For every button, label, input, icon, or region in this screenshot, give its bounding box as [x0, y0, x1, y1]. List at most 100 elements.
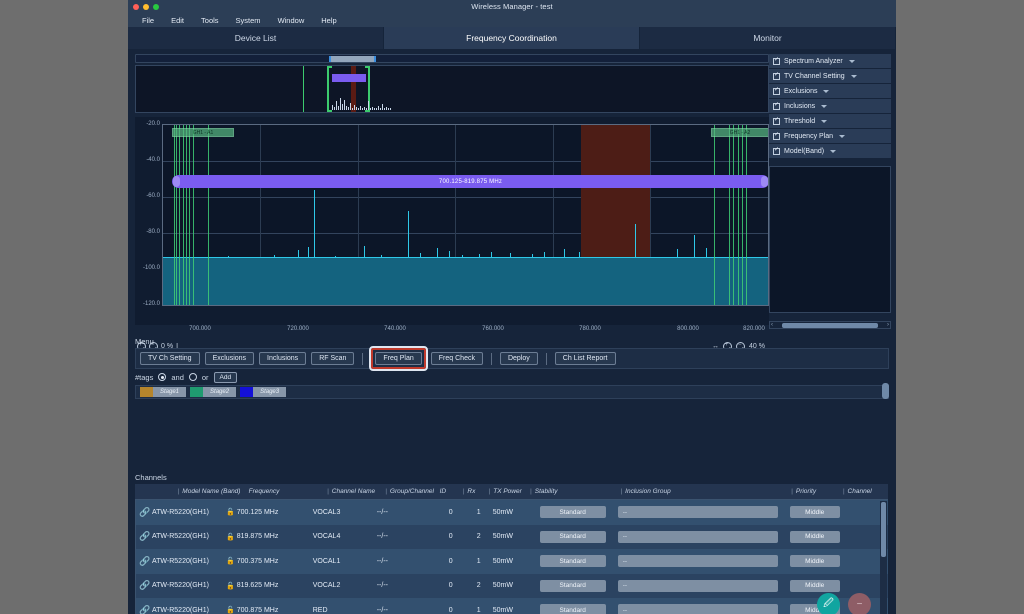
checkbox-threshold[interactable]: [773, 116, 780, 125]
overview-range-start-handle[interactable]: [327, 66, 332, 112]
panel-item-tv-channel-setting[interactable]: TV Channel Setting: [769, 69, 891, 84]
checkbox-model-band[interactable]: [773, 146, 780, 155]
col-group-channel[interactable]: Group/Channel: [390, 488, 434, 495]
chart-plot-area[interactable]: GH1 - A1 GH1 - A2 700.125-819.875 MHz: [162, 124, 769, 306]
panel-item-exclusions[interactable]: Exclusions: [769, 84, 891, 99]
lock-icon[interactable]: 🔓: [226, 508, 235, 516]
spectrum-navigator-scrollbar[interactable]: [135, 54, 769, 63]
panel-item-frequency-plan[interactable]: Frequency Plan: [769, 129, 891, 144]
lock-icon[interactable]: 🔓: [226, 606, 235, 614]
tab-frequency-coordination[interactable]: Frequency Coordination: [384, 27, 640, 49]
stage-tag-3[interactable]: Stage3: [240, 387, 287, 397]
deploy-button[interactable]: Deploy: [499, 352, 538, 365]
table-row[interactable]: 🔗 ATW-R5220(GH1) 🔓 700.875 MHz RED --/--…: [136, 598, 888, 614]
cell-inclusion-group[interactable]: --: [617, 555, 778, 568]
cell-inclusion-group[interactable]: --: [617, 604, 778, 614]
cell-stability[interactable]: Standard: [539, 530, 606, 543]
table-vertical-scrollbar[interactable]: [880, 501, 887, 614]
checkbox-tv-channel-setting[interactable]: [773, 71, 780, 80]
panel-item-threshold[interactable]: Threshold: [769, 114, 891, 129]
cell-priority[interactable]: Middle: [789, 579, 840, 592]
stage-tag-2[interactable]: Stage2: [190, 387, 237, 397]
ch-list-report-button[interactable]: Ch List Report: [554, 352, 616, 365]
chevron-down-icon[interactable]: [839, 134, 846, 138]
chevron-down-icon[interactable]: [821, 104, 828, 108]
add-tag-button[interactable]: Add: [213, 371, 238, 383]
freq-plan-button[interactable]: Freq Plan: [375, 352, 422, 365]
panel-item-inclusions[interactable]: Inclusions: [769, 99, 891, 114]
cell-inclusion-group[interactable]: --: [617, 530, 778, 543]
cell-stability[interactable]: Standard: [539, 555, 606, 568]
stage-row-scrollbar[interactable]: [882, 383, 889, 399]
col-channel-name[interactable]: Channel Name: [332, 488, 375, 495]
checkbox-frequency-plan[interactable]: [773, 131, 780, 140]
edit-icon[interactable]: 🖉: [817, 593, 840, 614]
minus-icon[interactable]: −: [848, 593, 871, 614]
radio-or[interactable]: [188, 373, 197, 381]
col-id[interactable]: ID: [440, 488, 447, 495]
table-row[interactable]: 🔗 ATW-R5220(GH1) 🔓 819.625 MHz VOCAL2 --…: [136, 573, 888, 598]
panel-item-model-band[interactable]: Model(Band): [769, 144, 891, 159]
col-model-name[interactable]: Model Name (Band): [182, 488, 240, 495]
table-row[interactable]: 🔗 ATW-R5220(GH1) 🔓 819.875 MHz VOCAL4 --…: [136, 524, 888, 549]
tab-device-list[interactable]: Device List: [128, 27, 384, 49]
exclusions-button[interactable]: Exclusions: [204, 352, 255, 365]
chevron-down-icon[interactable]: [823, 89, 830, 93]
tv-ch-setting-button[interactable]: TV Ch Setting: [140, 352, 200, 365]
col-tx-power[interactable]: TX Power: [493, 488, 522, 495]
scroll-left-icon[interactable]: ‹: [770, 322, 774, 328]
checkbox-inclusions[interactable]: [773, 101, 780, 110]
frequency-band-bar[interactable]: 700.125-819.875 MHz: [172, 175, 768, 188]
col-inclusion-group[interactable]: Inclusion Group: [625, 488, 671, 495]
chevron-down-icon[interactable]: [850, 74, 857, 78]
checkbox-spectrum-analyzer[interactable]: [773, 56, 780, 65]
cell-stability[interactable]: Standard: [539, 506, 606, 519]
col-priority[interactable]: Priority: [796, 488, 816, 495]
menu-item-help[interactable]: Help: [321, 16, 336, 25]
freq-check-button[interactable]: Freq Check: [430, 352, 483, 365]
tab-monitor[interactable]: Monitor: [640, 27, 896, 49]
stage-tag-1[interactable]: Stage1: [140, 387, 187, 397]
link-icon[interactable]: 🔗: [138, 531, 152, 542]
cell-priority[interactable]: Middle: [789, 555, 840, 568]
table-row[interactable]: 🔗 ATW-R5220(GH1) 🔓 700.375 MHz VOCAL1 --…: [136, 549, 888, 574]
inclusions-button[interactable]: Inclusions: [259, 352, 307, 365]
chevron-down-icon[interactable]: [830, 149, 837, 153]
window-controls[interactable]: [133, 3, 159, 10]
minimize-button[interactable]: [143, 3, 149, 10]
lock-icon[interactable]: 🔓: [226, 533, 235, 541]
link-icon[interactable]: 🔗: [138, 605, 152, 614]
cell-priority[interactable]: Middle: [789, 506, 840, 519]
menu-item-system[interactable]: System: [236, 16, 261, 25]
spectrum-overview[interactable]: [135, 65, 769, 113]
menu-item-edit[interactable]: Edit: [171, 16, 184, 25]
cell-priority[interactable]: Middle: [789, 530, 840, 543]
channels-table-body[interactable]: 🔗 ATW-R5220(GH1) 🔓 700.125 MHz VOCAL3 --…: [135, 499, 889, 614]
layers-panel-hscrollbar[interactable]: ‹ ›: [769, 321, 891, 329]
radio-and[interactable]: [158, 373, 167, 381]
menu-item-tools[interactable]: Tools: [201, 16, 219, 25]
lock-icon[interactable]: 🔓: [226, 582, 235, 590]
menu-item-file[interactable]: File: [142, 16, 154, 25]
scroll-right-icon[interactable]: ›: [886, 322, 890, 328]
menu-item-window[interactable]: Window: [278, 16, 305, 25]
link-icon[interactable]: 🔗: [138, 507, 152, 518]
spectrum-chart[interactable]: -20.0 -40.0 -60.0 -80.0 -100.0 -120.0 GH…: [135, 117, 778, 325]
panel-item-spectrum-analyzer[interactable]: Spectrum Analyzer: [769, 54, 891, 69]
chevron-down-icon[interactable]: [848, 59, 855, 63]
col-rx[interactable]: Rx: [467, 488, 475, 495]
maximize-button[interactable]: [153, 3, 159, 10]
checkbox-exclusions[interactable]: [773, 86, 780, 95]
table-row[interactable]: 🔗 ATW-R5220(GH1) 🔓 700.125 MHz VOCAL3 --…: [136, 500, 888, 525]
link-icon[interactable]: 🔗: [138, 580, 152, 591]
rf-scan-button[interactable]: RF Scan: [311, 352, 355, 365]
navigator-thumb[interactable]: [329, 56, 376, 62]
cell-stability[interactable]: Standard: [539, 604, 606, 614]
col-stability[interactable]: Stability: [535, 488, 558, 495]
link-icon[interactable]: 🔗: [138, 556, 152, 567]
chevron-down-icon[interactable]: [821, 119, 828, 123]
col-channel[interactable]: Channel: [848, 488, 872, 495]
cell-inclusion-group[interactable]: --: [617, 506, 778, 519]
close-button[interactable]: [133, 3, 139, 10]
cell-stability[interactable]: Standard: [539, 579, 606, 592]
